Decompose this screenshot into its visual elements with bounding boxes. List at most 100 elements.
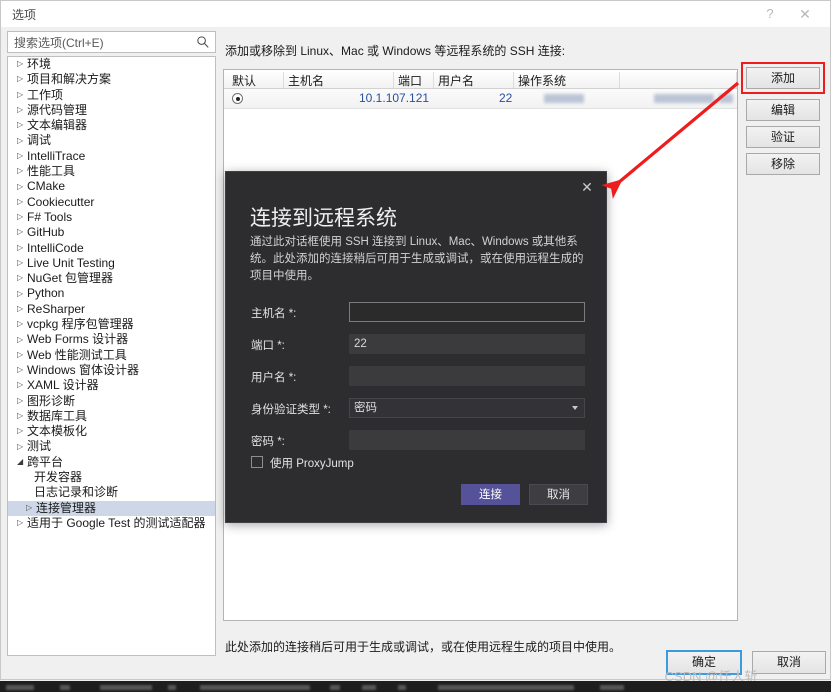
tree-item[interactable]: ▷ 工作项	[8, 88, 215, 103]
chevron-right-icon[interactable]: ▷	[17, 515, 27, 530]
tree-item[interactable]: ▷ Web Forms 设计器	[8, 332, 215, 347]
tree-item[interactable]: ▷ Web 性能测试工具	[8, 348, 215, 363]
grid-column-header[interactable]: 端口	[394, 72, 434, 88]
tree-item[interactable]: ▷ IntelliCode	[8, 241, 215, 256]
chevron-right-icon[interactable]: ▷	[17, 270, 27, 285]
chevron-right-icon[interactable]: ▷	[17, 133, 27, 148]
chevron-right-icon[interactable]: ▷	[26, 500, 36, 515]
chevron-right-icon[interactable]: ▷	[17, 117, 27, 132]
chevron-right-icon[interactable]: ▷	[17, 209, 27, 224]
chevron-right-icon[interactable]: ▷	[17, 316, 27, 331]
search-input[interactable]	[12, 33, 192, 53]
chevron-right-icon[interactable]: ▷	[17, 347, 27, 362]
window-title: 选项	[12, 8, 37, 22]
username-input[interactable]	[349, 366, 585, 386]
tree-item-label: Web Forms 设计器	[27, 332, 129, 347]
port-input[interactable]	[349, 334, 585, 354]
tree-item[interactable]: ▷ 源代码管理	[8, 103, 215, 118]
chevron-right-icon[interactable]: ▷	[17, 255, 27, 270]
dialog-cancel-button[interactable]: 取消	[529, 484, 588, 505]
tree-item[interactable]: 日志记录和诊断	[8, 485, 215, 500]
tree-item-label: IntelliTrace	[27, 148, 86, 163]
default-radio[interactable]	[232, 93, 243, 104]
dialog-close-icon[interactable]: ✕	[576, 177, 598, 197]
proxyjump-checkbox[interactable]	[251, 456, 263, 468]
remove-button[interactable]: 移除	[746, 153, 820, 175]
grid-column-header[interactable]: 默认	[228, 72, 284, 88]
tree-item[interactable]: ▷ GitHub	[8, 225, 215, 240]
tree-item[interactable]: ▷ 文本编辑器	[8, 118, 215, 133]
chevron-right-icon[interactable]: ▷	[17, 240, 27, 255]
tree-item[interactable]: ▷ 测试	[8, 439, 215, 454]
tree-item[interactable]: ▷ NuGet 包管理器	[8, 271, 215, 286]
bottom-cutoff-strip	[0, 681, 831, 692]
chevron-right-icon[interactable]: ▷	[17, 286, 27, 301]
edit-button[interactable]: 编辑	[746, 99, 820, 121]
chevron-right-icon[interactable]: ▷	[17, 439, 27, 454]
dialog-connect-button[interactable]: 连接	[461, 484, 520, 505]
password-input[interactable]	[349, 430, 585, 450]
grid-column-header[interactable]: 用户名	[434, 72, 514, 88]
chevron-right-icon[interactable]: ▷	[17, 393, 27, 408]
grid-column-header[interactable]: 主机名	[284, 72, 394, 88]
tree-item[interactable]: ▷ IntelliTrace	[8, 149, 215, 164]
close-icon[interactable]: ✕	[792, 3, 818, 25]
tree-item[interactable]: ▷ CMake	[8, 179, 215, 194]
grid-column-header[interactable]: 操作系统	[514, 72, 620, 88]
tree-item[interactable]: ▷ ReSharper	[8, 302, 215, 317]
content-description: 添加或移除到 Linux、Mac 或 Windows 等远程系统的 SSH 连接…	[225, 44, 566, 58]
tree-item-label: 连接管理器	[36, 500, 97, 515]
chevron-right-icon[interactable]: ▷	[17, 71, 27, 86]
tree-item-label: 数据库工具	[27, 409, 88, 423]
auth-type-select[interactable]: 密码	[349, 398, 585, 418]
tree-item[interactable]: ▷ XAML 设计器	[8, 378, 215, 393]
tree-item[interactable]: ▷ 性能工具	[8, 164, 215, 179]
tree-item[interactable]: ◢ 跨平台	[8, 455, 215, 470]
tree-item[interactable]: ▷ Windows 窗体设计器	[8, 363, 215, 378]
tree-item[interactable]: ▷ 文本模板化	[8, 424, 215, 439]
chevron-right-icon[interactable]: ▷	[17, 362, 27, 377]
tree-item[interactable]: ▷ 环境	[8, 57, 215, 72]
chevron-right-icon[interactable]: ▷	[17, 332, 27, 347]
chevron-right-icon[interactable]: ▷	[17, 148, 27, 163]
chevron-right-icon[interactable]: ▷	[17, 194, 27, 209]
add-button[interactable]: 添加	[746, 67, 820, 89]
dialog-title: 连接到远程系统	[250, 207, 397, 230]
tree-item[interactable]: ▷ 适用于 Google Test 的测试适配器	[8, 516, 215, 531]
tree-item[interactable]: ▷ Python	[8, 286, 215, 301]
tree-item-label: Cookiecutter	[27, 194, 95, 209]
chevron-right-icon[interactable]: ▷	[17, 423, 27, 438]
tree-item[interactable]: ▷ 连接管理器	[8, 500, 215, 516]
tree-item[interactable]: ▷ F# Tools	[8, 210, 215, 225]
tree-item[interactable]: ▷ 调试	[8, 133, 215, 148]
tree-item[interactable]: ▷ 数据库工具	[8, 409, 215, 424]
port-label: 端口 *:	[251, 340, 285, 352]
tree-item[interactable]: ▷ Cookiecutter	[8, 195, 215, 210]
chevron-right-icon[interactable]: ▷	[17, 87, 27, 102]
connect-remote-dialog: ✕ 连接到远程系统 通过此对话框使用 SSH 连接到 Linux、Mac、Win…	[225, 171, 607, 523]
tree-item[interactable]: 开发容器	[8, 470, 215, 485]
chevron-right-icon[interactable]: ▷	[17, 163, 27, 178]
search-box[interactable]	[7, 31, 216, 53]
tree-item[interactable]: ▷ Live Unit Testing	[8, 256, 215, 271]
chevron-right-icon[interactable]: ▷	[17, 377, 27, 392]
tree-item[interactable]: ▷ 图形诊断	[8, 394, 215, 409]
chevron-right-icon[interactable]: ▷	[17, 408, 27, 423]
chevron-right-icon[interactable]: ▷	[17, 224, 27, 239]
help-icon[interactable]: ?	[757, 3, 783, 25]
field-row-auth-type: 身份验证类型 *: 密码	[226, 398, 606, 420]
options-tree[interactable]: ▷ 环境 ▷ 项目和解决方案 ▷ 工作项 ▷ 源代码管理 ▷ 文本编辑器 ▷ 调试 ▷ IntelliTr…	[7, 56, 216, 656]
chevron-right-icon[interactable]: ▷	[17, 57, 27, 71]
chevron-right-icon[interactable]: ▷	[17, 102, 27, 117]
tree-item[interactable]: ▷ vcpkg 程序包管理器	[8, 317, 215, 332]
tree-item-label: vcpkg 程序包管理器	[27, 317, 134, 332]
tree-item[interactable]: ▷ 项目和解决方案	[8, 72, 215, 87]
chevron-right-icon[interactable]: ▷	[17, 179, 27, 194]
table-row[interactable]: 10.1.107.121 22	[224, 89, 737, 109]
cancel-button[interactable]: 取消	[752, 651, 826, 674]
verify-button[interactable]: 验证	[746, 126, 820, 148]
hostname-input[interactable]	[349, 302, 585, 322]
chevron-right-icon[interactable]: ▷	[17, 301, 27, 316]
tree-item-label: Web 性能测试工具	[27, 347, 127, 362]
chevron-down-icon[interactable]: ◢	[17, 454, 27, 469]
